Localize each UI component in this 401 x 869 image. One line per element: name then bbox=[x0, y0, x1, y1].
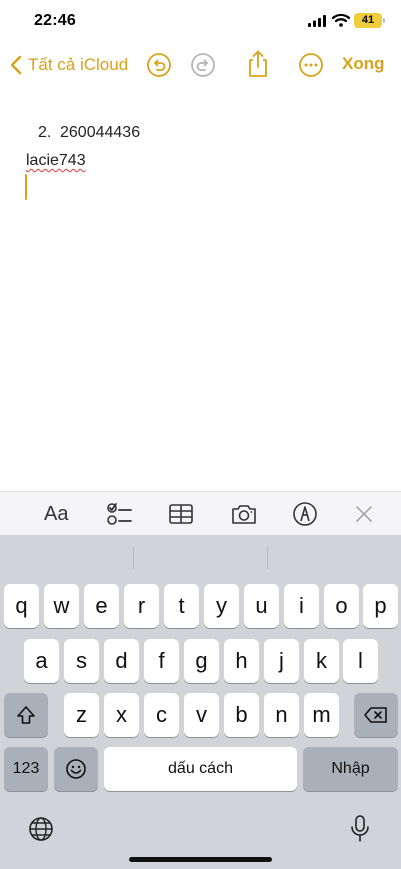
key-v[interactable]: v bbox=[184, 693, 219, 737]
status-bar: 22:46 41 bbox=[0, 0, 401, 44]
back-button-label: Tất cả iCloud bbox=[28, 55, 129, 74]
chevron-left-icon bbox=[10, 55, 22, 75]
key-q[interactable]: q bbox=[4, 584, 39, 628]
text-format-button[interactable]: Aa bbox=[44, 501, 68, 527]
suggestion-divider bbox=[267, 547, 268, 569]
home-indicator[interactable] bbox=[129, 857, 272, 862]
return-key[interactable]: Nhập bbox=[303, 747, 398, 791]
wifi-icon bbox=[332, 13, 350, 27]
key-r[interactable]: r bbox=[124, 584, 159, 628]
space-key[interactable]: dấu cách bbox=[104, 747, 297, 791]
list-number: 2. bbox=[38, 124, 52, 141]
back-button[interactable]: Tất cả iCloud bbox=[10, 52, 128, 78]
note-nav-bar: Tất cả iCloud Xong bbox=[0, 44, 401, 88]
key-j[interactable]: j bbox=[264, 639, 299, 683]
emoji-key[interactable] bbox=[54, 747, 98, 791]
delete-icon bbox=[364, 707, 387, 723]
key-y[interactable]: y bbox=[204, 584, 239, 628]
status-time: 22:46 bbox=[34, 12, 76, 29]
key-x[interactable]: x bbox=[104, 693, 139, 737]
numbers-key[interactable]: 123 bbox=[4, 747, 48, 791]
key-h[interactable]: h bbox=[224, 639, 259, 683]
key-a[interactable]: a bbox=[24, 639, 59, 683]
camera-icon[interactable] bbox=[230, 501, 258, 527]
suggestion-divider bbox=[133, 547, 134, 569]
share-icon[interactable] bbox=[245, 49, 271, 79]
done-button[interactable]: Xong bbox=[342, 54, 385, 74]
key-m[interactable]: m bbox=[304, 693, 339, 737]
microphone-icon[interactable] bbox=[349, 814, 371, 844]
key-e[interactable]: e bbox=[84, 584, 119, 628]
key-n[interactable]: n bbox=[264, 693, 299, 737]
key-b[interactable]: b bbox=[224, 693, 259, 737]
battery-icon: 41 bbox=[354, 13, 382, 28]
key-o[interactable]: o bbox=[324, 584, 359, 628]
more-options-icon[interactable] bbox=[298, 52, 324, 78]
key-i[interactable]: i bbox=[284, 584, 319, 628]
key-t[interactable]: t bbox=[164, 584, 199, 628]
key-l[interactable]: l bbox=[343, 639, 378, 683]
note-text-line[interactable]: lacie743 bbox=[26, 152, 86, 170]
note-list-item[interactable]: 2. 260044436 bbox=[38, 124, 140, 142]
key-w[interactable]: w bbox=[44, 584, 79, 628]
key-u[interactable]: u bbox=[244, 584, 279, 628]
cellular-signal-icon bbox=[308, 15, 326, 27]
shift-icon bbox=[17, 706, 35, 724]
checklist-icon[interactable] bbox=[106, 501, 132, 527]
emoji-icon bbox=[66, 759, 86, 779]
key-z[interactable]: z bbox=[64, 693, 99, 737]
close-icon[interactable] bbox=[354, 501, 374, 527]
shift-key[interactable] bbox=[4, 693, 48, 737]
list-item-text: 260044436 bbox=[60, 124, 141, 141]
backspace-key[interactable] bbox=[354, 693, 398, 737]
key-k[interactable]: k bbox=[304, 639, 339, 683]
redo-icon[interactable] bbox=[190, 52, 216, 78]
key-s[interactable]: s bbox=[64, 639, 99, 683]
globe-icon[interactable] bbox=[28, 816, 54, 842]
markup-pen-icon[interactable] bbox=[292, 501, 318, 527]
key-d[interactable]: d bbox=[104, 639, 139, 683]
key-c[interactable]: c bbox=[144, 693, 179, 737]
format-toolbar: Aa bbox=[0, 491, 401, 535]
battery-cap bbox=[383, 18, 385, 23]
undo-icon[interactable] bbox=[146, 52, 172, 78]
table-icon[interactable] bbox=[168, 501, 194, 527]
key-f[interactable]: f bbox=[144, 639, 179, 683]
text-cursor bbox=[25, 174, 27, 200]
key-p[interactable]: p bbox=[363, 584, 398, 628]
key-g[interactable]: g bbox=[184, 639, 219, 683]
